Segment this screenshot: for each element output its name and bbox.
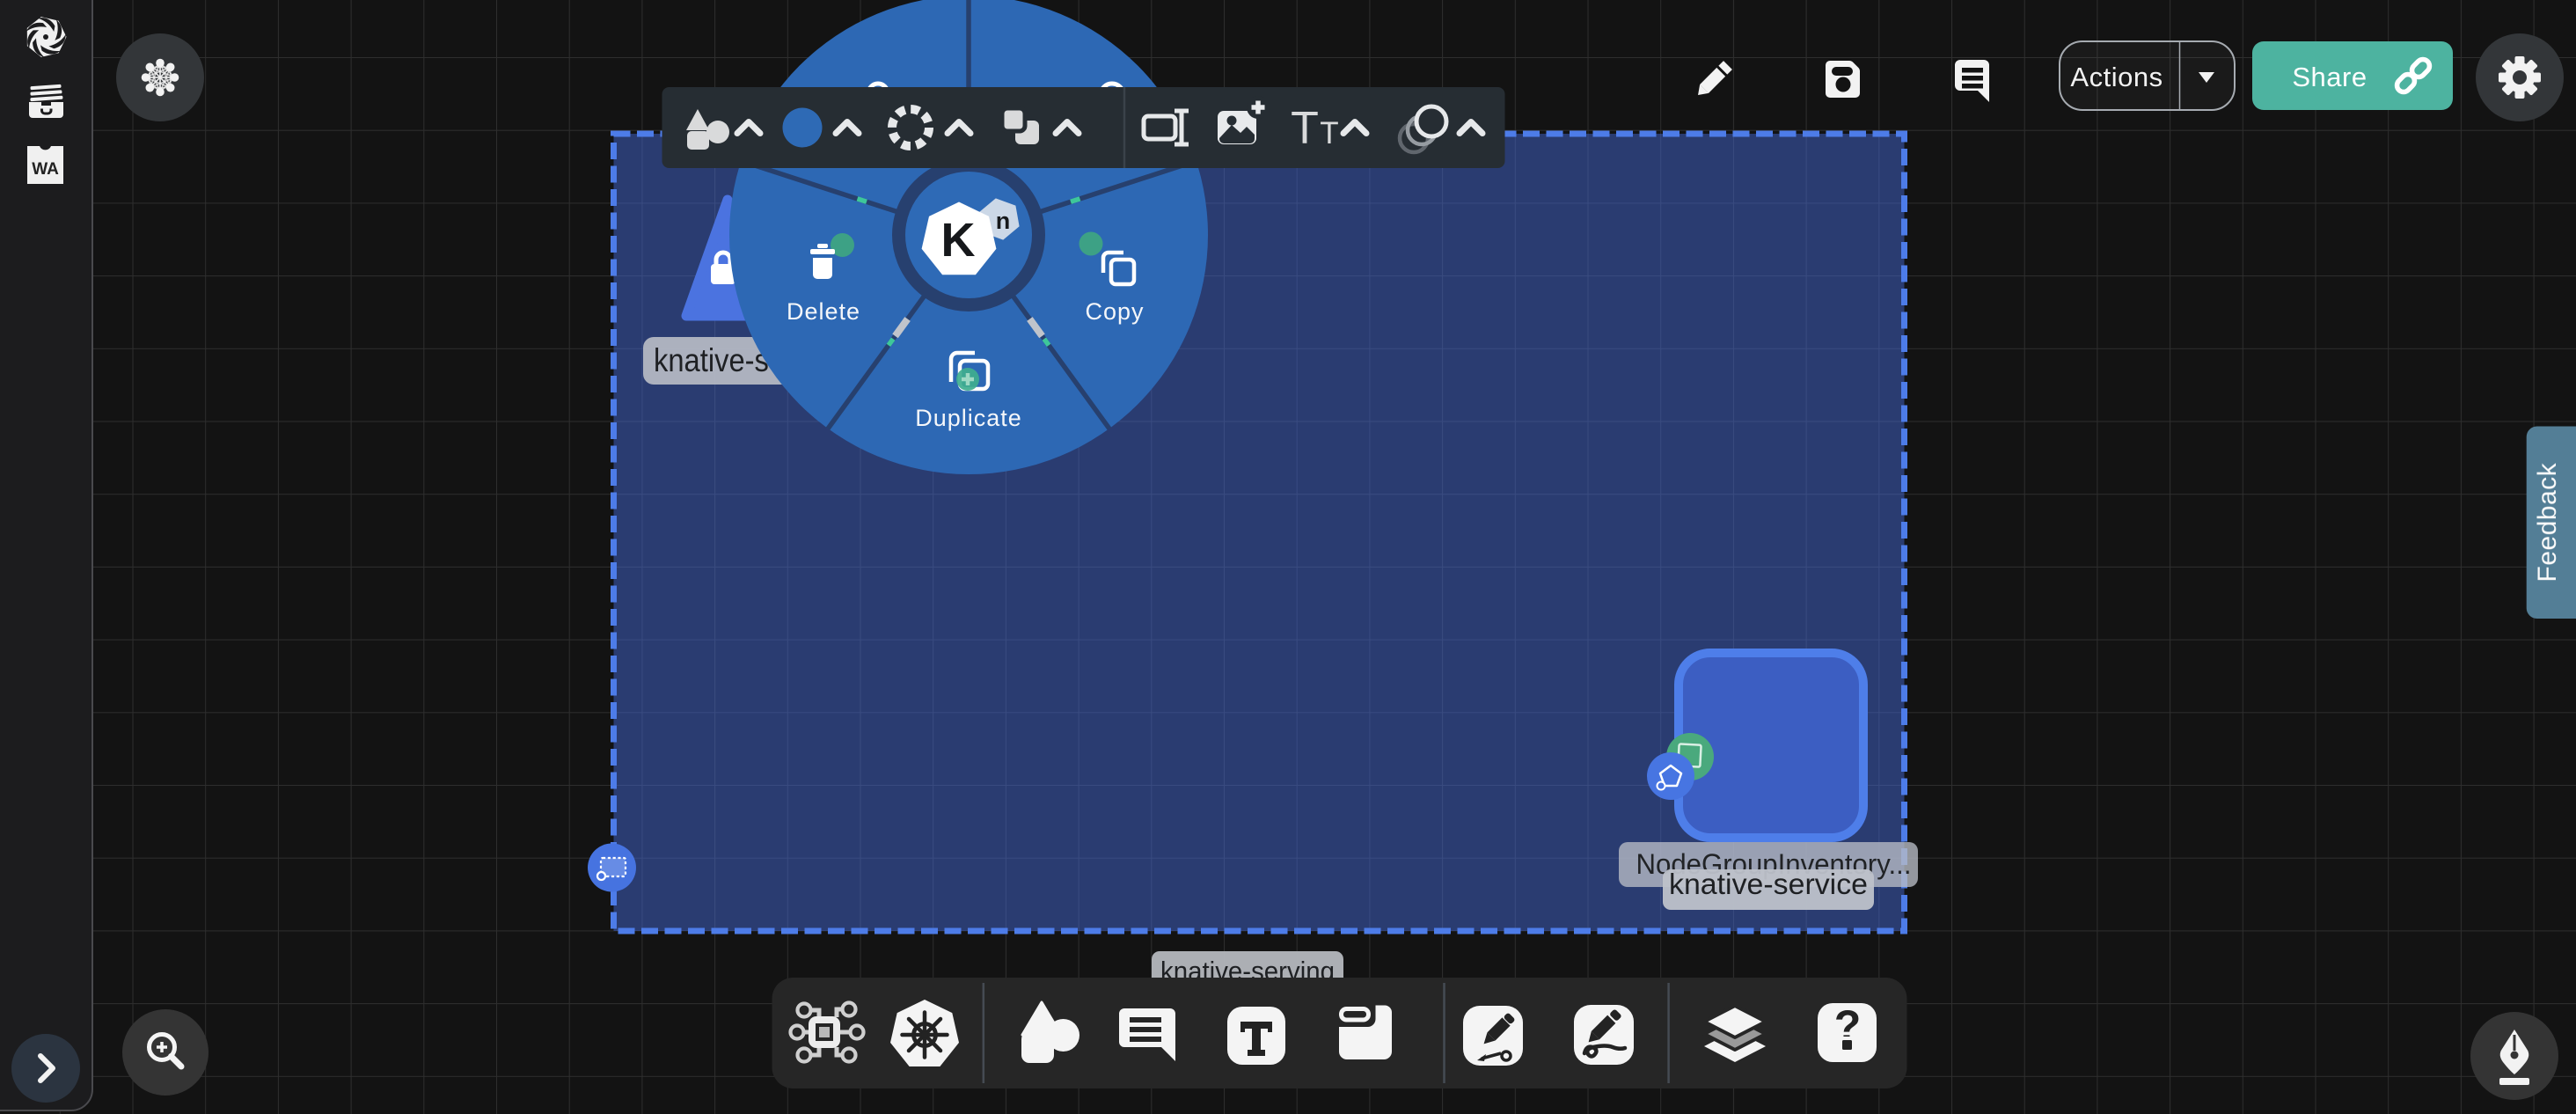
svg-text:Feedback: Feedback (2533, 462, 2562, 582)
svg-text:Duplicate: Duplicate (915, 405, 1022, 431)
svg-text:WA: WA (32, 160, 59, 179)
svg-text:Share: Share (2292, 62, 2367, 92)
svg-text:Delete: Delete (787, 298, 860, 325)
svg-text:K: K (941, 214, 976, 267)
svg-text:T: T (1320, 116, 1338, 150)
svg-text:Actions: Actions (2070, 62, 2163, 92)
svg-text:T: T (1291, 103, 1319, 154)
svg-text:knative-service: knative-service (1669, 868, 1868, 900)
svg-text:n: n (996, 208, 1011, 234)
svg-text:Copy: Copy (1085, 298, 1144, 325)
